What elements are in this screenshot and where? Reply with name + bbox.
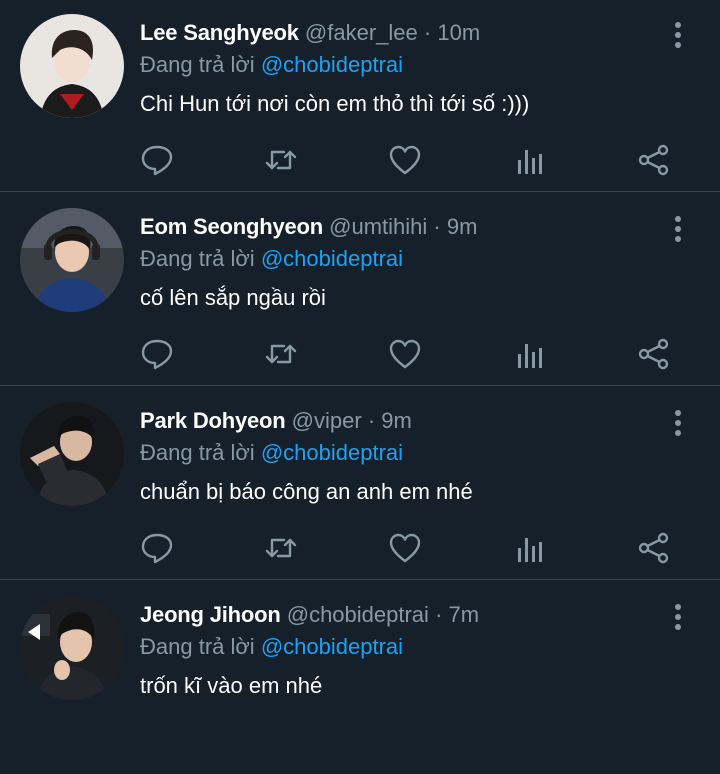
retweet-icon [265, 344, 297, 364]
retweet-button[interactable] [263, 530, 299, 566]
tweet-text: chuẩn bị báo công an anh em nhé [140, 479, 473, 504]
replying-to: Đang trả lời @chobideptrai [140, 244, 403, 274]
display-name[interactable]: Jeong Jihoon [140, 602, 281, 627]
reply-icon [141, 533, 173, 564]
more-options-icon [675, 216, 681, 242]
tweet-actions [0, 336, 720, 372]
tweet-header: Eom Seonghyeon @umtihihi · 9m [140, 212, 477, 242]
more-options-button[interactable] [666, 602, 690, 632]
more-options-button[interactable] [666, 20, 690, 50]
replying-to-label: Đang trả lời [140, 52, 255, 77]
reply-tweet[interactable]: Park Dohyeon @viper · 9m Đang trả lời @c… [0, 388, 720, 580]
reply-icon [141, 339, 173, 370]
timestamp[interactable]: 10m [437, 20, 480, 45]
tweet-text: trốn kĩ vào em nhé [140, 673, 323, 698]
more-options-icon [675, 604, 681, 630]
more-options-button[interactable] [666, 408, 690, 438]
share-icon [638, 144, 669, 176]
timestamp[interactable]: 9m [381, 408, 412, 433]
reply-tweet[interactable]: Jeong Jihoon @chobideptrai · 7m Đang trả… [0, 582, 720, 774]
like-icon [389, 339, 421, 369]
display-name[interactable]: Park Dohyeon [140, 408, 286, 433]
tweet-actions [0, 142, 720, 178]
replying-to: Đang trả lời @chobideptrai [140, 50, 403, 80]
user-handle[interactable]: @viper [292, 408, 362, 433]
tweet-header: Lee Sanghyeok @faker_lee · 10m [140, 18, 480, 48]
replying-to: Đang trả lời @chobideptrai [140, 632, 403, 662]
separator-dot: · [435, 602, 443, 627]
user-handle[interactable]: @chobideptrai [287, 602, 429, 627]
share-icon [638, 532, 669, 564]
mention-link[interactable]: @chobideptrai [261, 246, 403, 271]
replying-to-label: Đang trả lời [140, 246, 255, 271]
share-button[interactable] [636, 336, 672, 372]
user-handle[interactable]: @faker_lee [305, 20, 418, 45]
share-icon [638, 338, 669, 370]
analytics-button[interactable] [512, 336, 548, 372]
like-button[interactable] [387, 336, 423, 372]
like-icon [389, 533, 421, 563]
avatar[interactable] [20, 208, 124, 312]
more-options-button[interactable] [666, 214, 690, 244]
mention-link[interactable]: @chobideptrai [261, 634, 403, 659]
tweet-text: Chi Hun tới nơi còn em thỏ thì tới số :)… [140, 91, 530, 116]
more-options-icon [675, 410, 681, 436]
share-button[interactable] [636, 530, 672, 566]
tweet-text: cố lên sắp ngầu rồi [140, 285, 326, 310]
retweet-icon [265, 150, 297, 170]
like-button[interactable] [387, 530, 423, 566]
mention-link[interactable]: @chobideptrai [261, 440, 403, 465]
mention-link[interactable]: @chobideptrai [261, 52, 403, 77]
retweet-button[interactable] [263, 142, 299, 178]
retweet-icon [265, 538, 297, 558]
replying-to: Đang trả lời @chobideptrai [140, 438, 403, 468]
avatar[interactable] [20, 14, 124, 118]
reply-button[interactable] [139, 530, 175, 566]
analytics-icon [518, 150, 542, 174]
display-name[interactable]: Lee Sanghyeok [140, 20, 299, 45]
replying-to-label: Đang trả lời [140, 440, 255, 465]
user-handle[interactable]: @umtihihi [329, 214, 427, 239]
analytics-button[interactable] [512, 530, 548, 566]
timestamp[interactable]: 9m [447, 214, 478, 239]
replying-to-label: Đang trả lời [140, 634, 255, 659]
timestamp[interactable]: 7m [449, 602, 480, 627]
reply-button[interactable] [139, 336, 175, 372]
analytics-icon [518, 344, 542, 368]
like-icon [389, 145, 421, 175]
tweet-header: Jeong Jihoon @chobideptrai · 7m [140, 600, 479, 630]
avatar[interactable] [20, 402, 124, 506]
analytics-button[interactable] [512, 142, 548, 178]
reply-icon [141, 145, 173, 176]
retweet-button[interactable] [263, 336, 299, 372]
avatar[interactable] [20, 596, 124, 700]
separator-dot: · [433, 214, 441, 239]
reply-button[interactable] [139, 142, 175, 178]
separator-dot: · [367, 408, 376, 433]
reply-tweet[interactable]: Eom Seonghyeon @umtihihi · 9m Đang trả l… [0, 194, 720, 386]
tweet-header: Park Dohyeon @viper · 9m [140, 406, 412, 436]
more-options-icon [675, 22, 681, 48]
display-name[interactable]: Eom Seonghyeon [140, 214, 323, 239]
share-button[interactable] [636, 142, 672, 178]
like-button[interactable] [387, 142, 423, 178]
tweet-actions [0, 530, 720, 566]
analytics-icon [518, 538, 542, 562]
separator-dot: · [423, 20, 432, 45]
reply-tweet[interactable]: Lee Sanghyeok @faker_lee · 10m Đang trả … [0, 0, 720, 192]
